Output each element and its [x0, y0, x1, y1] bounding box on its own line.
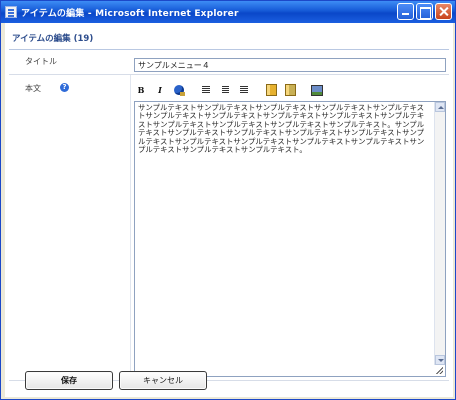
body-label-column: [9, 75, 131, 381]
italic-button[interactable]: I: [153, 83, 167, 97]
page-content: アイテムの編集 (19) タイトル 本文 ? B I: [5, 23, 453, 397]
maximize-icon[interactable]: [416, 3, 433, 20]
vertical-scrollbar[interactable]: [434, 102, 445, 365]
scroll-down-icon[interactable]: [435, 355, 445, 365]
title-input[interactable]: [134, 58, 446, 72]
editor-toolbar: B I: [134, 81, 329, 99]
insert-image-icon[interactable]: [310, 83, 324, 97]
window-title: アイテムの編集 - Microsoft Internet Explorer: [21, 8, 239, 19]
title-label: タイトル: [25, 57, 57, 66]
body-row: 本文 ? B I サンプルテキストサンプルテキストサンプルテキストサンプルテキス…: [9, 75, 449, 381]
heading-divider: [9, 49, 449, 50]
save-button[interactable]: 保存: [25, 371, 113, 390]
page-title: アイテムの編集 (19): [12, 34, 94, 44]
window-controls: [397, 3, 452, 20]
align-right-icon[interactable]: [237, 83, 251, 97]
text-color-icon[interactable]: [264, 83, 278, 97]
help-icon[interactable]: ?: [60, 83, 69, 92]
ie-page-icon: [5, 6, 17, 18]
scroll-up-icon[interactable]: [435, 102, 445, 112]
body-textarea[interactable]: サンプルテキストサンプルテキストサンプルテキストサンプルテキストサンプルテキスト…: [134, 101, 446, 377]
body-label: 本文: [25, 84, 41, 93]
body-text: サンプルテキストサンプルテキストサンプルテキストサンプルテキストサンプルテキスト…: [138, 103, 425, 155]
align-left-icon[interactable]: [199, 83, 213, 97]
align-center-icon[interactable]: [218, 83, 232, 97]
minimize-icon[interactable]: [397, 3, 414, 20]
close-icon[interactable]: [435, 3, 452, 20]
resize-grip-icon[interactable]: [436, 367, 443, 374]
browser-window: アイテムの編集 - Microsoft Internet Explorer アイ…: [0, 0, 456, 400]
window-titlebar[interactable]: アイテムの編集 - Microsoft Internet Explorer: [1, 1, 455, 23]
bold-button[interactable]: B: [134, 83, 148, 97]
cancel-button[interactable]: キャンセル: [119, 371, 207, 390]
title-row: タイトル: [9, 51, 449, 75]
form-buttons: 保存 キャンセル: [25, 371, 207, 390]
link-icon[interactable]: [172, 83, 186, 97]
background-color-icon[interactable]: [283, 83, 297, 97]
